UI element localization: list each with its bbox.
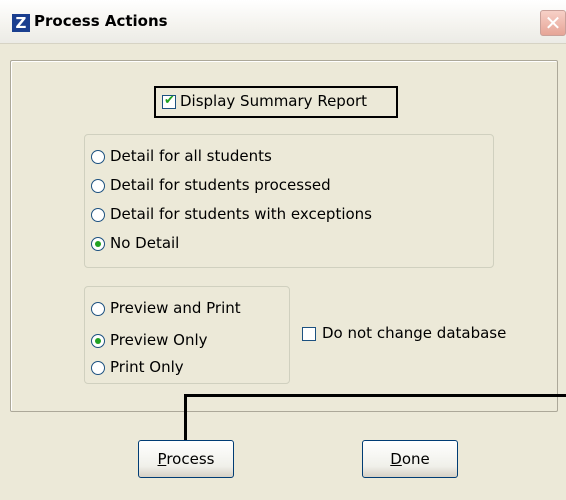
callout-line bbox=[184, 394, 566, 397]
callout-line-vertical bbox=[184, 394, 187, 444]
radio-no-detail[interactable] bbox=[91, 237, 105, 251]
do-not-change-database-label: Do not change database bbox=[322, 324, 507, 342]
process-mnemonic: P bbox=[157, 450, 167, 468]
close-button[interactable]: ✕ bbox=[540, 10, 566, 36]
radio-label-preview-only: Preview Only bbox=[110, 331, 208, 349]
done-label: one bbox=[401, 450, 430, 468]
app-z-icon: Z bbox=[12, 14, 30, 32]
summary-report-checkbox[interactable]: ✔ bbox=[162, 93, 176, 109]
radio-label-no-detail: No Detail bbox=[110, 234, 180, 252]
process-button[interactable]: Process bbox=[138, 440, 234, 478]
title-bar[interactable]: Z Process Actions ✕ bbox=[0, 0, 566, 44]
summary-report-label: Display Summary Report bbox=[180, 92, 368, 110]
radio-label-preview-and-print: Preview and Print bbox=[110, 299, 241, 317]
radio-detail-all[interactable] bbox=[91, 150, 105, 164]
radio-print-only[interactable] bbox=[91, 361, 105, 375]
window-title: Process Actions bbox=[34, 12, 168, 30]
done-button[interactable]: Done bbox=[362, 440, 458, 478]
radio-label-detail-exceptions: Detail for students with exceptions bbox=[110, 205, 372, 223]
radio-label-detail-processed: Detail for students processed bbox=[110, 176, 331, 194]
radio-label-detail-all: Detail for all students bbox=[110, 147, 272, 165]
process-label: rocess bbox=[166, 450, 215, 468]
done-mnemonic: D bbox=[390, 450, 402, 468]
radio-detail-processed[interactable] bbox=[91, 179, 105, 193]
radio-label-print-only: Print Only bbox=[110, 358, 184, 376]
selected-dot-icon bbox=[95, 338, 101, 344]
radio-preview-and-print[interactable] bbox=[91, 302, 105, 316]
selected-dot-icon bbox=[95, 241, 101, 247]
process-actions-dialog: Z Process Actions ✕ ✔ Display Summary Re… bbox=[0, 0, 566, 500]
radio-preview-only[interactable] bbox=[91, 334, 105, 348]
check-icon: ✔ bbox=[164, 93, 175, 108]
radio-detail-exceptions[interactable] bbox=[91, 208, 105, 222]
do-not-change-database-checkbox[interactable] bbox=[302, 327, 316, 341]
close-icon: ✕ bbox=[544, 11, 562, 35]
